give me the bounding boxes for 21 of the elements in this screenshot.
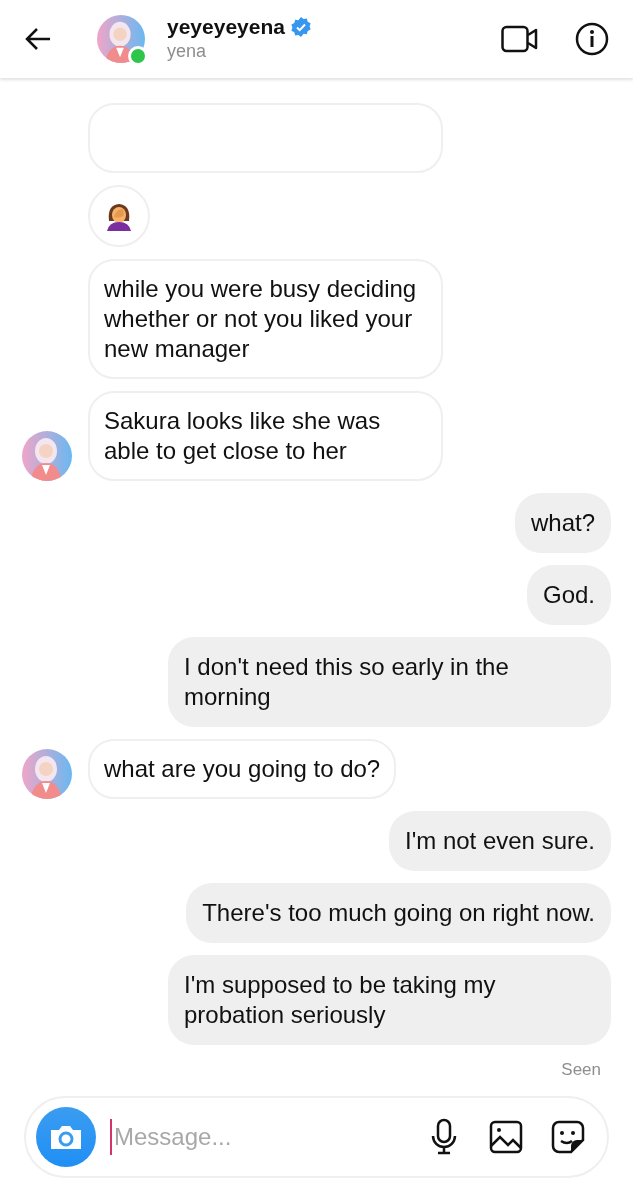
sent-message: There's too much going on right now. <box>186 882 611 943</box>
received-message: Sakura looks like she was able to get close to her <box>88 390 443 481</box>
camera-button[interactable] <box>36 1107 96 1167</box>
sent-message: I don't need this so early in the morning <box>168 636 611 727</box>
sent-message: I'm not even sure. <box>389 810 611 871</box>
message-field[interactable]: Message... <box>110 1119 421 1155</box>
info-icon[interactable] <box>575 22 609 56</box>
camera-icon <box>49 1123 83 1151</box>
received-message: while you were busy deciding whether or not you liked your new manager <box>88 258 443 379</box>
seen-status: Seen <box>561 1058 601 1081</box>
subtitle: yena <box>167 40 208 63</box>
image-icon[interactable] <box>489 1120 523 1154</box>
sent-message: what? <box>514 492 611 553</box>
received-message: what are you going to do? <box>88 738 397 799</box>
back-icon[interactable] <box>24 27 52 51</box>
video-call-icon[interactable] <box>501 24 539 54</box>
sent-message: God. <box>526 564 611 625</box>
sent-message: I'm supposed to be taking my probation seriously <box>168 954 611 1045</box>
microphone-icon[interactable] <box>429 1118 459 1156</box>
username[interactable]: yeyeyeyena <box>167 15 285 39</box>
sticker-icon[interactable] <box>551 1120 585 1154</box>
